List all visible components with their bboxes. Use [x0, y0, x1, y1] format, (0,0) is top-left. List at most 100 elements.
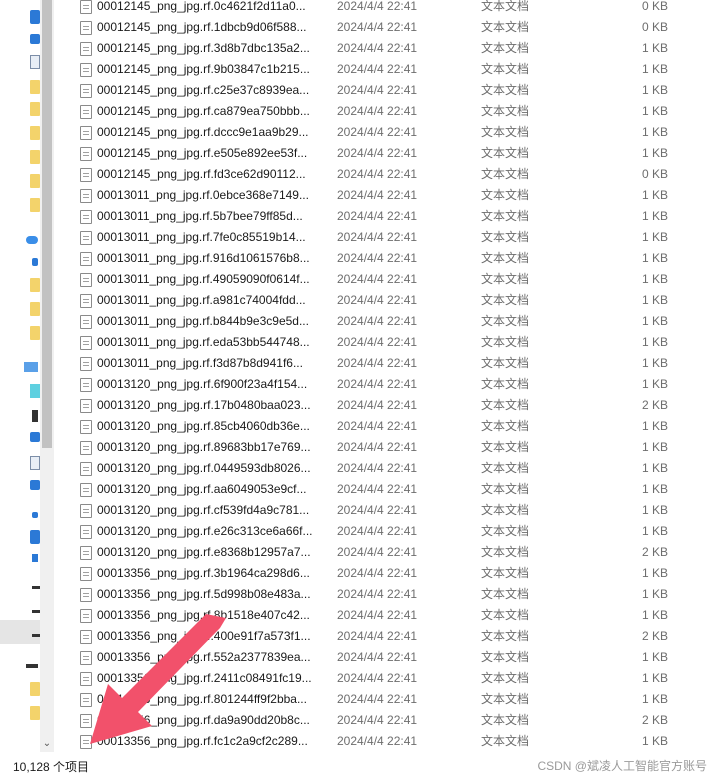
- file-row[interactable]: 00013356_png_jpg.rf.5d998b08e483a... 2024…: [70, 584, 719, 605]
- file-row[interactable]: 00013011_png_jpg.rf.b844b9e3c9e5d... 2024…: [70, 311, 719, 332]
- desktop-icon[interactable]: [30, 530, 40, 544]
- file-row[interactable]: 00013011_png_jpg.rf.7fe0c85519b14... 2024…: [70, 227, 719, 248]
- nav-scroll-down-icon[interactable]: ⌄: [40, 736, 54, 752]
- music-icon[interactable]: [32, 512, 38, 518]
- file-row[interactable]: 00012145_png_jpg.rf.fd3ce62d90112... 2024…: [70, 164, 719, 185]
- file-size: 1 KB: [641, 566, 668, 580]
- file-row[interactable]: 00013120_png_jpg.rf.89683bb17e769... 2024…: [70, 437, 719, 458]
- text-file-icon: [80, 210, 92, 224]
- file-row[interactable]: 00012145_png_jpg.rf.c25e37c8939ea... 2024…: [70, 80, 719, 101]
- file-row[interactable]: 00013356_png_jpg.rf.400e91f7a573f1... 202…: [70, 626, 719, 647]
- folder-icon[interactable]: [30, 150, 40, 164]
- document-icon[interactable]: [30, 55, 40, 69]
- folder-icon[interactable]: [30, 302, 40, 316]
- 3d-objects-icon[interactable]: [30, 384, 40, 398]
- file-row[interactable]: 00013120_png_jpg.rf.e26c313ce6a66f... 202…: [70, 521, 719, 542]
- file-row[interactable]: 00013011_png_jpg.rf.eda53bb544748... 2024…: [70, 332, 719, 353]
- file-row[interactable]: 00013356_png_jpg.rf.801244ff9f2bba... 202…: [70, 689, 719, 710]
- network-drive-icon[interactable]: [26, 664, 38, 668]
- image-icon[interactable]: [30, 432, 40, 442]
- file-type: 文本文档: [481, 503, 530, 517]
- folder-icon[interactable]: [30, 326, 40, 340]
- folder-icon[interactable]: [30, 682, 40, 696]
- text-file-icon: [80, 294, 92, 308]
- folder-icon[interactable]: [30, 174, 40, 188]
- file-date: 2024/4/4 22:41: [337, 0, 418, 13]
- drive-icon[interactable]: [32, 554, 38, 562]
- navigation-pane[interactable]: [0, 0, 40, 752]
- download-icon[interactable]: [30, 34, 40, 44]
- drive-icon[interactable]: [32, 634, 40, 637]
- folder-icon[interactable]: [30, 126, 40, 140]
- file-type: 文本文档: [481, 587, 530, 601]
- text-file-icon: [80, 252, 92, 266]
- file-row[interactable]: 00013011_png_jpg.rf.a981c74004fdd... 2024…: [70, 290, 719, 311]
- file-row[interactable]: 00012145_png_jpg.rf.ca879ea750bbb... 2024…: [70, 101, 719, 122]
- nav-scrollbar-thumb[interactable]: [42, 0, 52, 448]
- file-row[interactable]: 00013356_png_jpg.rf.fc1c2a9cf2c289... 202…: [70, 731, 719, 752]
- file-date: 2024/4/4 22:41: [337, 83, 418, 97]
- file-date: 2024/4/4 22:41: [337, 230, 418, 244]
- file-name: 00013011_png_jpg.rf.49059090f0614f...: [97, 272, 310, 286]
- file-row[interactable]: 00013011_png_jpg.rf.f3d87b8d941f6... 2024…: [70, 353, 719, 374]
- file-row[interactable]: 00013120_png_jpg.rf.85cb4060db36e... 2024…: [70, 416, 719, 437]
- file-date: 2024/4/4 22:41: [337, 734, 418, 748]
- file-type: 文本文档: [481, 650, 530, 664]
- file-name: 00013356_png_jpg.rf.fc1c2a9cf2c289...: [97, 734, 308, 748]
- file-row[interactable]: 00013356_png_jpg.rf.da9a90dd20b8c... 2024…: [70, 710, 719, 731]
- file-row[interactable]: 00012145_png_jpg.rf.9b03847c1b215... 2024…: [70, 59, 719, 80]
- folder-icon[interactable]: [30, 278, 40, 292]
- file-row[interactable]: 00013356_png_jpg.rf.552a2377839ea... 2024…: [70, 647, 719, 668]
- folder-icon[interactable]: [30, 102, 40, 116]
- file-name: 00013120_png_jpg.rf.89683bb17e769...: [97, 440, 311, 454]
- folder-icon[interactable]: [30, 80, 40, 94]
- file-row[interactable]: 00013356_png_jpg.rf.2411c08491fc19... 202…: [70, 668, 719, 689]
- folder-icon[interactable]: [30, 706, 40, 720]
- file-name: 00013356_png_jpg.rf.8b1518e407c42...: [97, 608, 310, 622]
- file-row[interactable]: 00013011_png_jpg.rf.5b7bee79ff85d... 2024…: [70, 206, 719, 227]
- file-name: 00013120_png_jpg.rf.e8368b12957a7...: [97, 545, 311, 559]
- file-type: 文本文档: [481, 209, 530, 223]
- file-row[interactable]: 00013356_png_jpg.rf.3b1964ca298d6... 2024…: [70, 563, 719, 584]
- drive-icon[interactable]: [32, 610, 40, 613]
- file-size: 1 KB: [641, 125, 668, 139]
- file-name: 00013356_png_jpg.rf.552a2377839ea...: [97, 650, 311, 664]
- folder-icon[interactable]: [30, 198, 40, 212]
- drive-icon[interactable]: [32, 586, 40, 589]
- file-row[interactable]: 00013120_png_jpg.rf.cf539fd4a9c781... 202…: [70, 500, 719, 521]
- file-row[interactable]: 00012145_png_jpg.rf.e505e892ee53f... 2024…: [70, 143, 719, 164]
- text-file-icon: [80, 735, 92, 749]
- file-date: 2024/4/4 22:41: [337, 209, 418, 223]
- file-name: 00013120_png_jpg.rf.6f900f23a4f154...: [97, 377, 308, 391]
- cloud-icon[interactable]: [26, 236, 38, 244]
- file-row[interactable]: 00012145_png_jpg.rf.3d8b7dbc135a2... 2024…: [70, 38, 719, 59]
- file-size: 0 KB: [641, 0, 668, 13]
- blue-item-icon[interactable]: [32, 258, 38, 266]
- file-name: 00013011_png_jpg.rf.7fe0c85519b14...: [97, 230, 306, 244]
- file-row[interactable]: 00012145_png_jpg.rf.dccc9e1aa9b29... 2024…: [70, 122, 719, 143]
- file-row[interactable]: 00013120_png_jpg.rf.aa6049053e9cf... 2024…: [70, 479, 719, 500]
- file-row[interactable]: 00013011_png_jpg.rf.0ebce368e7149... 2024…: [70, 185, 719, 206]
- file-name: 00013011_png_jpg.rf.f3d87b8d941f6...: [97, 356, 303, 370]
- download-icon[interactable]: [30, 480, 40, 490]
- file-row[interactable]: 00013120_png_jpg.rf.6f900f23a4f154... 202…: [70, 374, 719, 395]
- file-size: 1 KB: [641, 356, 668, 370]
- file-date: 2024/4/4 22:41: [337, 167, 418, 181]
- video-icon[interactable]: [32, 410, 38, 422]
- file-row[interactable]: 00013120_png_jpg.rf.17b0480baa023... 2024…: [70, 395, 719, 416]
- document-icon[interactable]: [30, 456, 40, 470]
- file-row[interactable]: 00012145_png_jpg.rf.0c4621f2d11a0... 2024…: [70, 0, 719, 17]
- file-row[interactable]: 00012145_png_jpg.rf.1dbcb9d06f588... 2024…: [70, 17, 719, 38]
- file-row[interactable]: 00013120_png_jpg.rf.0449593db8026... 2024…: [70, 458, 719, 479]
- file-name: 00012145_png_jpg.rf.0c4621f2d11a0...: [97, 0, 306, 13]
- file-date: 2024/4/4 22:41: [337, 692, 418, 706]
- file-date: 2024/4/4 22:41: [337, 671, 418, 685]
- file-row[interactable]: 00013120_png_jpg.rf.e8368b12957a7... 2024…: [70, 542, 719, 563]
- file-row[interactable]: 00013011_png_jpg.rf.916d1061576b8... 2024…: [70, 248, 719, 269]
- file-size: 1 KB: [641, 188, 668, 202]
- this-pc-icon[interactable]: [24, 362, 38, 372]
- file-row[interactable]: 00013356_png_jpg.rf.8b1518e407c42... 2024…: [70, 605, 719, 626]
- nav-selected-item[interactable]: [0, 620, 40, 644]
- file-row[interactable]: 00013011_png_jpg.rf.49059090f0614f... 202…: [70, 269, 719, 290]
- blue-folder-icon[interactable]: [30, 10, 40, 24]
